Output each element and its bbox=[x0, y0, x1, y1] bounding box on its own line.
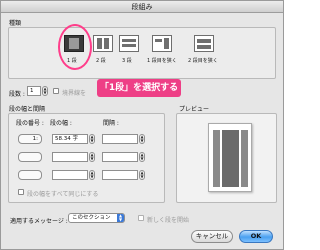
layout-one-column-label: 1 段 bbox=[67, 58, 77, 64]
apply-to-label: 適用するメッセージ : bbox=[10, 218, 68, 225]
type-heading: 種類 bbox=[9, 20, 22, 27]
column-row-3-width[interactable] bbox=[52, 170, 88, 180]
columns-count-stepper[interactable]: ▲ ▼ bbox=[42, 86, 48, 96]
ok-button[interactable]: OK bbox=[239, 230, 273, 243]
column-row-1-spacing[interactable] bbox=[102, 134, 138, 144]
column-row-3-width-stepper[interactable]: ▲ ▼ bbox=[89, 170, 95, 180]
columns-dialog: 段組み 種類 1 段 2 段 3 段 1 段目を狭く 2 段目を狭く 段数 : … bbox=[0, 0, 284, 250]
column-row-1-width-stepper[interactable]: ▲ ▼ bbox=[89, 134, 95, 144]
select-arrows-icon: ▲ ▼ bbox=[117, 213, 124, 222]
window-title: 段組み bbox=[1, 1, 283, 13]
new-column-checkbox[interactable] bbox=[138, 215, 144, 221]
separator-line-checkbox[interactable] bbox=[53, 88, 59, 94]
column-row-1-width[interactable]: 58.34 字 bbox=[52, 134, 88, 144]
column-spacing-header: 間隔 : bbox=[103, 120, 119, 127]
new-column-label: 新しく段を開始 bbox=[147, 217, 190, 224]
equal-width-checkbox[interactable] bbox=[18, 189, 24, 195]
instruction-callout: 「1段」を選択する bbox=[97, 79, 181, 97]
layout-two-columns[interactable] bbox=[93, 35, 113, 52]
column-row-1-spacing-stepper[interactable]: ▲ ▼ bbox=[139, 134, 145, 144]
column-width-header: 段の幅 : bbox=[50, 120, 72, 127]
layout-three-columns-label: 3 段 bbox=[122, 58, 132, 64]
column-row-2-spacing-stepper[interactable]: ▲ ▼ bbox=[139, 152, 145, 162]
apply-to-select[interactable]: このセクション ▲ ▼ bbox=[68, 213, 125, 223]
preview-heading: プレビュー bbox=[179, 106, 210, 113]
columns-count-label: 段数 : bbox=[9, 91, 25, 98]
layout-right-narrow-label: 2 段目を狭く bbox=[188, 58, 218, 64]
layout-one-column[interactable] bbox=[64, 35, 84, 52]
column-row-2-number[interactable] bbox=[18, 152, 42, 162]
width-spacing-heading: 段の幅と間隔 bbox=[9, 106, 46, 113]
preview-page bbox=[208, 123, 252, 192]
column-row-2-width[interactable] bbox=[52, 152, 88, 162]
layout-left-narrow[interactable] bbox=[152, 35, 172, 52]
separator-line-label: 境界線を bbox=[62, 90, 87, 97]
column-row-3-number[interactable] bbox=[18, 170, 42, 180]
column-row-2-spacing[interactable] bbox=[102, 152, 138, 162]
layout-right-narrow[interactable] bbox=[194, 35, 214, 52]
layout-three-columns[interactable] bbox=[119, 35, 139, 52]
column-row-3-spacing[interactable] bbox=[102, 170, 138, 180]
cancel-button[interactable]: キャンセル bbox=[191, 230, 233, 243]
type-panel bbox=[8, 27, 276, 79]
columns-count-input[interactable]: 1 bbox=[27, 86, 41, 96]
column-row-3-spacing-stepper[interactable]: ▲ ▼ bbox=[139, 170, 145, 180]
layout-left-narrow-label: 1 段目を狭く bbox=[147, 58, 177, 64]
layout-two-columns-label: 2 段 bbox=[96, 58, 106, 64]
equal-width-label: 段の幅をすべて同じにする bbox=[27, 191, 99, 198]
column-row-1-number[interactable]: 1: bbox=[18, 134, 42, 144]
column-number-header: 段の番号 : bbox=[16, 120, 44, 127]
column-row-2-width-stepper[interactable]: ▲ ▼ bbox=[89, 152, 95, 162]
apply-to-value: このセクション bbox=[72, 215, 111, 221]
